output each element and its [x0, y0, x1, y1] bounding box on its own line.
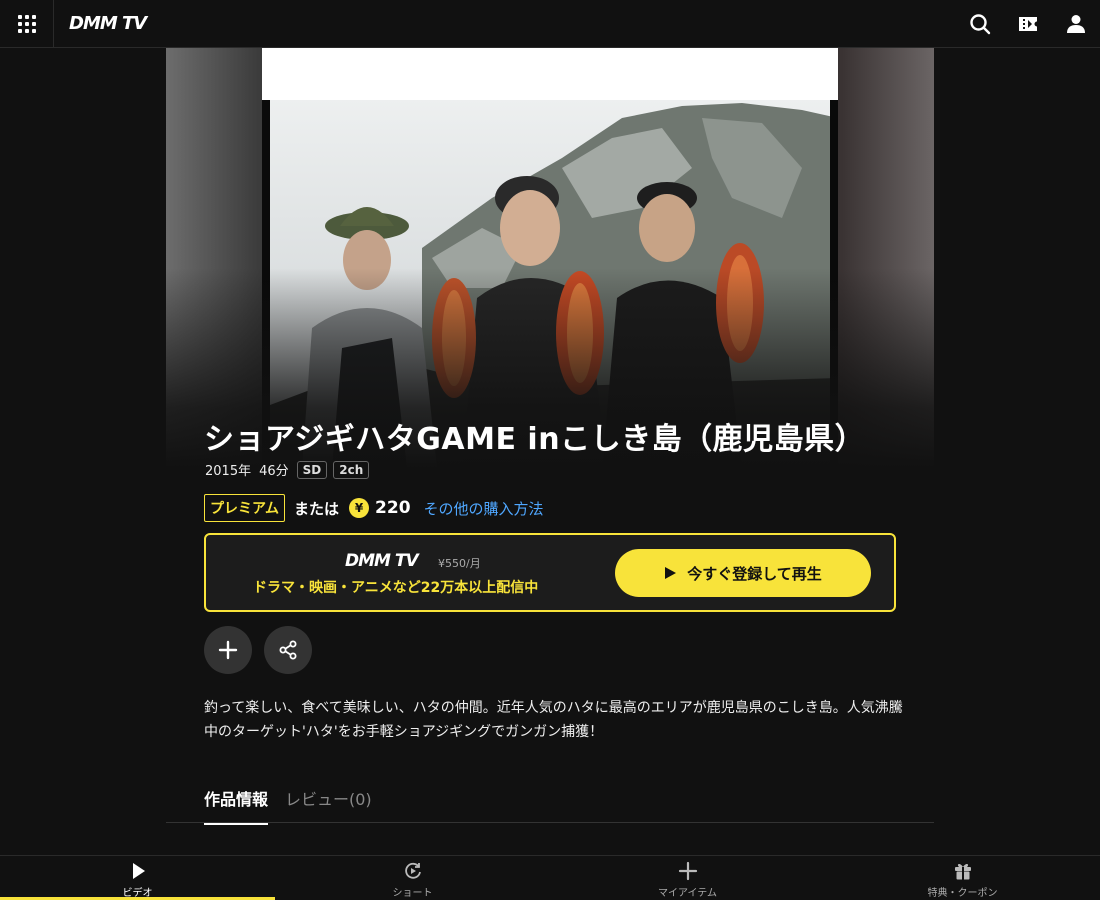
app-menu-button[interactable]: [0, 0, 54, 48]
tab-work-info[interactable]: 作品情報: [204, 786, 269, 825]
ticket-icon[interactable]: [1016, 12, 1040, 36]
subscription-promo: DMM TV ¥550/月 ドラマ・映画・アニメなど22万本以上配信中 今すぐ登…: [204, 533, 896, 612]
search-icon[interactable]: [968, 12, 992, 36]
play-icon: [132, 863, 145, 879]
nav-label: 特典・クーポン: [927, 888, 998, 899]
nav-label: ビデオ: [122, 888, 153, 899]
cta-label: 今すぐ登録して再生: [687, 564, 822, 583]
plus-icon: [678, 861, 697, 881]
hero-visual: [166, 48, 934, 468]
nav-label: ショート: [392, 888, 433, 899]
top-header: DMM TV: [0, 0, 1100, 48]
register-and-play-button[interactable]: 今すぐ登録して再生: [615, 549, 871, 597]
share-icon: [279, 640, 297, 660]
quality-badge: SD: [296, 460, 328, 479]
price-value: 220: [375, 498, 411, 518]
user-icon[interactable]: [1064, 12, 1088, 36]
nav-item-short[interactable]: ショート: [275, 856, 550, 900]
nav-label: マイアイテム: [658, 888, 717, 899]
price-row: プレミアム または ¥ 220 その他の購入方法: [204, 494, 544, 522]
promo-monthly-price: ¥550/月: [438, 557, 481, 570]
page-title: ショアジギハタGAME inこしき島（鹿児島県）: [204, 422, 866, 457]
nav-item-video[interactable]: ビデオ: [0, 856, 275, 900]
premium-badge: プレミアム: [204, 494, 286, 522]
release-year: 2015年: [205, 464, 252, 479]
description: 釣って楽しい、食べて美味しい、ハタの仲間。近年人気のハタに最高のエリアが鹿児島県…: [204, 700, 903, 740]
short-icon: [404, 862, 421, 879]
play-icon: [665, 567, 677, 579]
or-label: または: [294, 499, 340, 518]
yen-coin-icon: ¥: [349, 498, 370, 518]
meta-row: 2015年 46分 SD 2ch: [205, 460, 370, 479]
nav-item-my-items[interactable]: マイアイテム: [550, 856, 825, 900]
other-purchase-link[interactable]: その他の購入方法: [424, 498, 544, 519]
duration: 46分: [259, 464, 289, 479]
tab-reviews[interactable]: レビュー(0): [285, 786, 372, 810]
gift-icon: [954, 863, 971, 880]
plus-icon: [218, 640, 238, 660]
dmm-tv-logo[interactable]: DMM TV: [69, 13, 147, 34]
promo-logo: DMM TV: [345, 551, 419, 571]
grid-icon: [17, 15, 36, 33]
share-button[interactable]: [264, 626, 312, 674]
detail-tabs: 作品情報 レビュー(0): [166, 776, 934, 825]
nav-item-perks-coupons[interactable]: 特典・クーポン: [825, 856, 1100, 900]
promo-tagline: ドラマ・映画・アニメなど22万本以上配信中: [253, 580, 539, 596]
bottom-navigation: ビデオ ショート マイアイテム 特典・クーポン: [0, 855, 1100, 900]
add-to-mylist-button[interactable]: [204, 626, 252, 674]
audio-badge: 2ch: [333, 460, 370, 479]
